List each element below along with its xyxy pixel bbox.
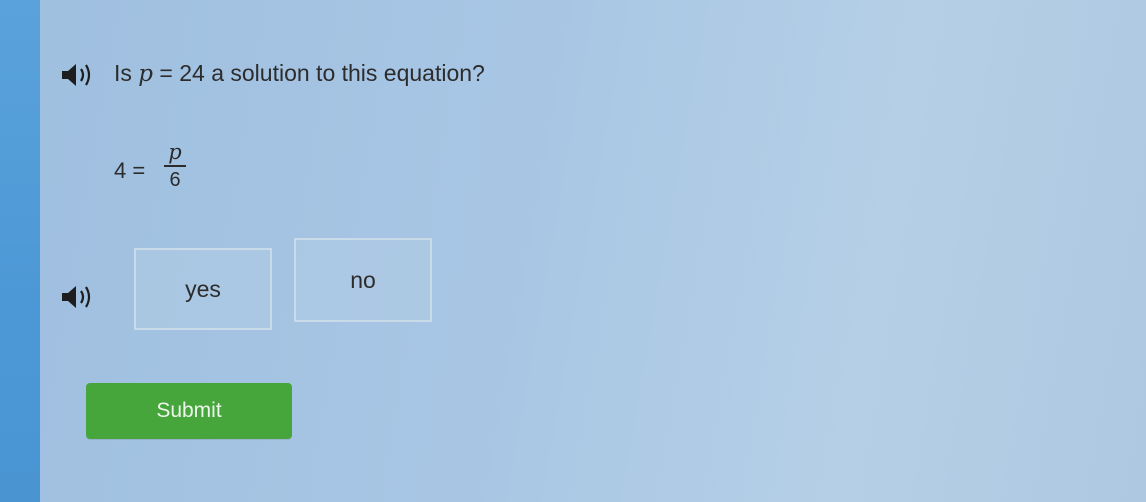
- question-variable: p: [138, 61, 154, 87]
- submit-button[interactable]: Submit: [86, 383, 292, 439]
- choice-yes-button[interactable]: yes: [134, 248, 272, 330]
- left-accent-strip: [0, 0, 40, 502]
- fraction-numerator: p: [168, 140, 182, 164]
- question-prefix: Is: [114, 60, 139, 86]
- question-suffix: a solution to this equation?: [204, 60, 485, 86]
- question-equals-value: = 24: [153, 60, 205, 86]
- fraction-bar: [164, 165, 186, 167]
- question-text: Is p = 24 a solution to this equation?: [114, 60, 485, 87]
- question-speaker-icon[interactable]: [60, 62, 98, 88]
- choice-yes-label: yes: [185, 275, 221, 302]
- equation-lhs: 4 =: [114, 158, 146, 183]
- submit-label: Submit: [156, 399, 222, 422]
- choice-no-label: no: [350, 266, 376, 293]
- choices-speaker-icon[interactable]: [60, 284, 98, 310]
- fraction-denominator: 6: [169, 169, 181, 191]
- equation-fraction: p 6: [164, 140, 186, 191]
- choice-no-button[interactable]: no: [294, 238, 432, 322]
